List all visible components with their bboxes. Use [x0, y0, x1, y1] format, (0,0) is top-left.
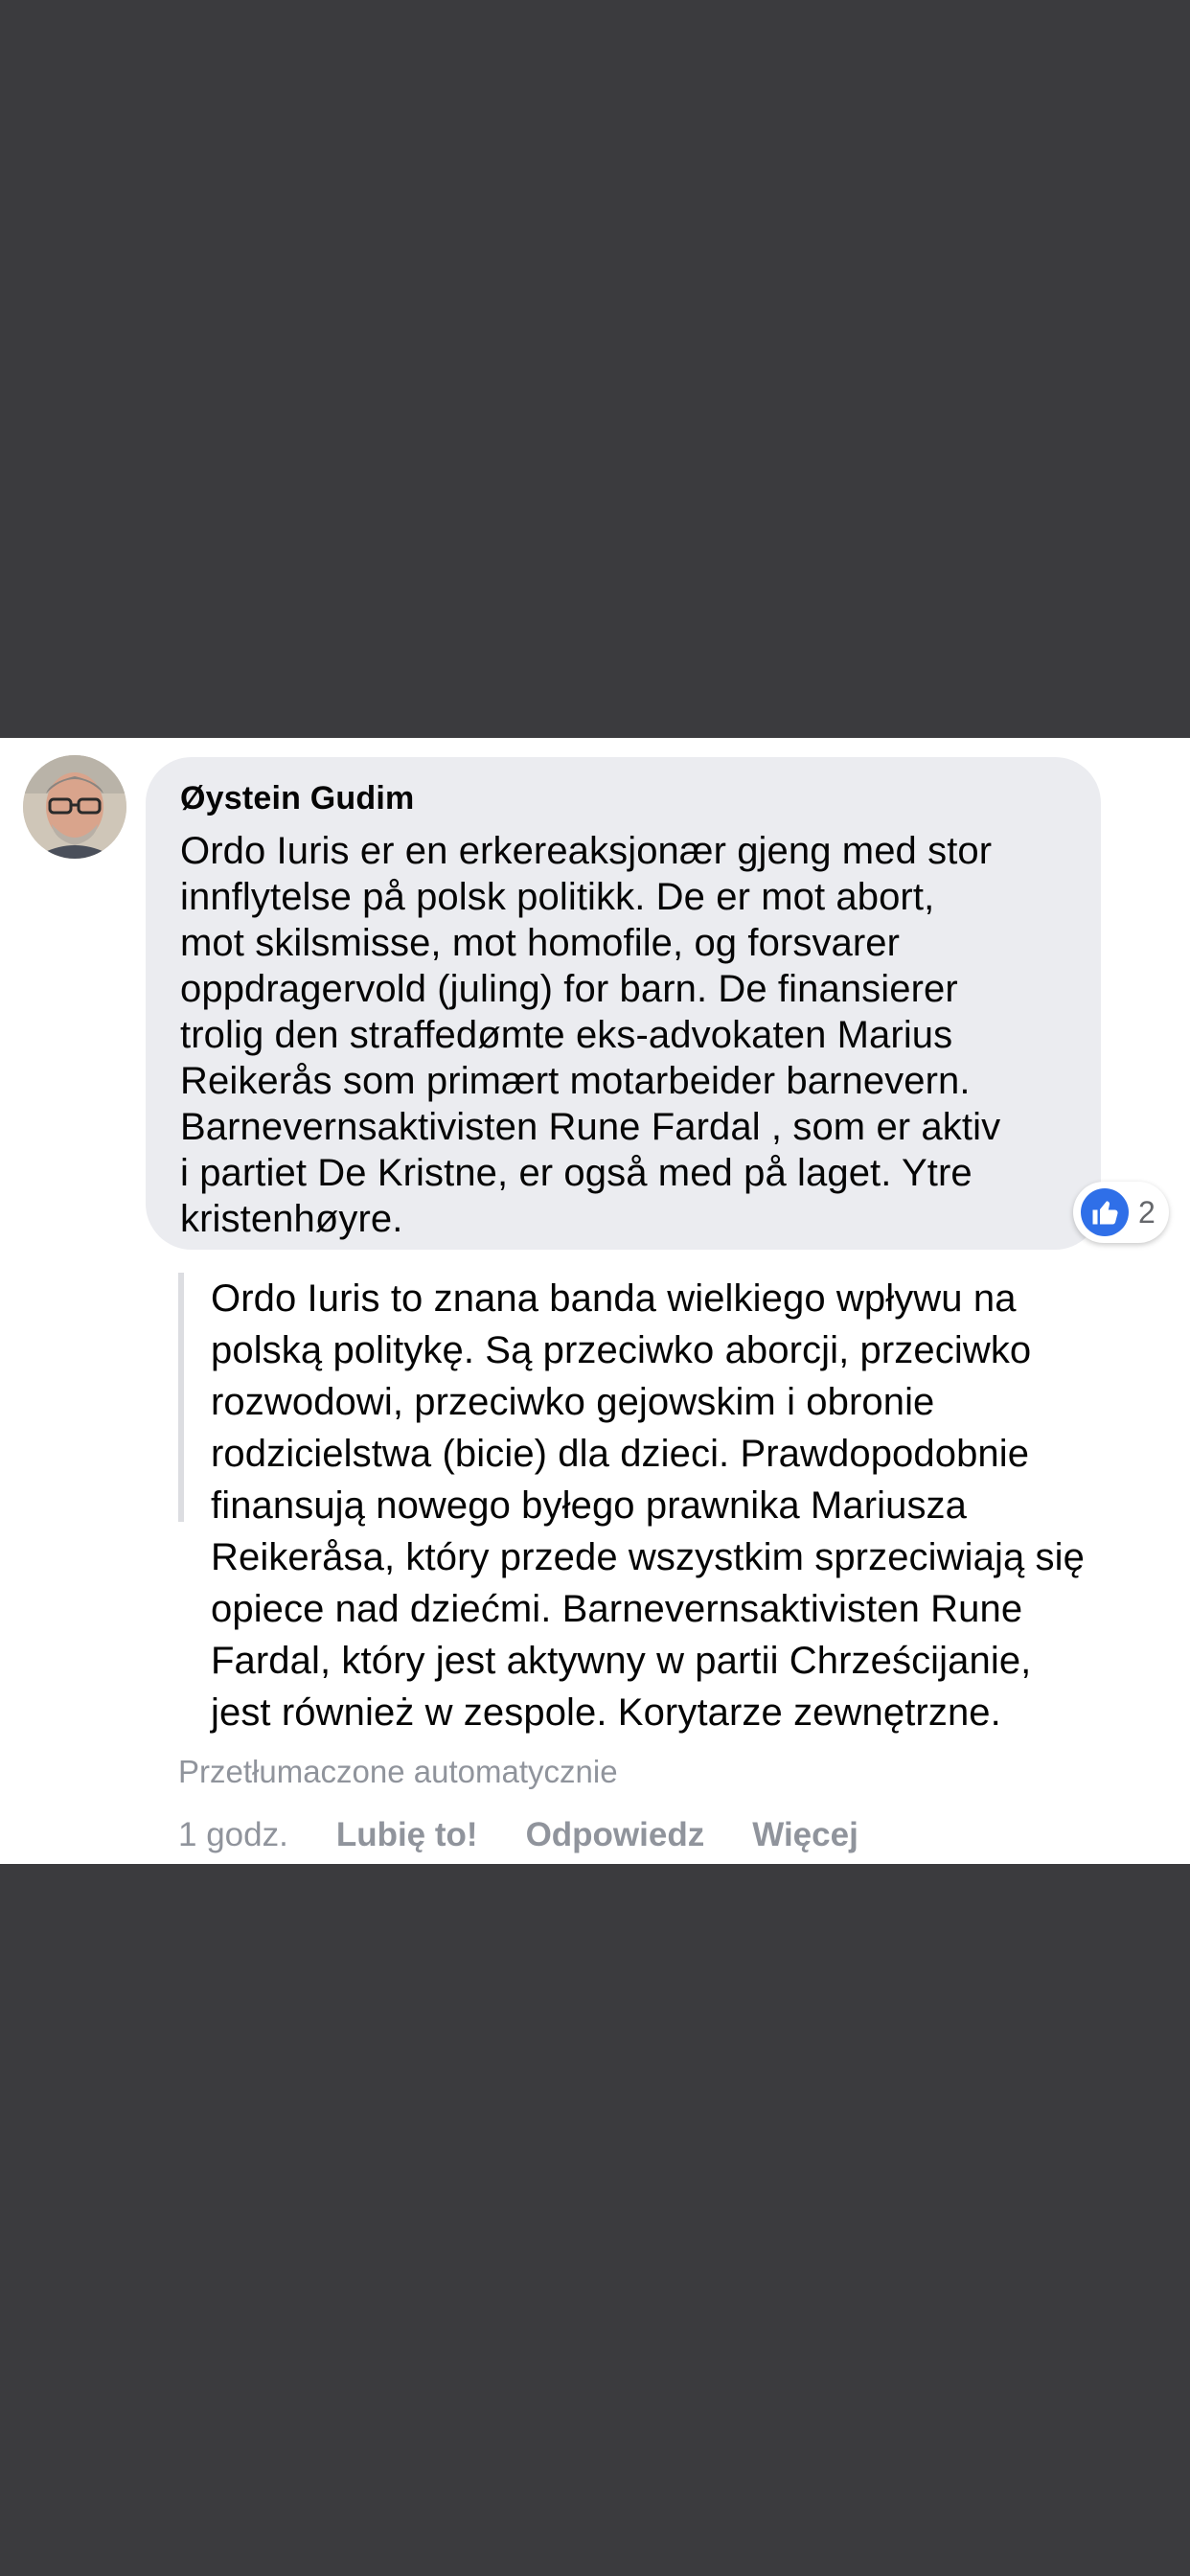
reaction-count: 2	[1138, 1194, 1156, 1230]
comment-author[interactable]: Øystein Gudim	[180, 778, 1066, 818]
dimmed-backdrop-top[interactable]	[0, 0, 1190, 738]
translation-line: jest również w zespole. Korytarze zewnęt…	[211, 1691, 1001, 1734]
comment-timestamp[interactable]: 1 godz.	[178, 1816, 288, 1854]
comment-text-line: i partiet De Kristne, er også med på lag…	[180, 1152, 973, 1194]
reaction-summary[interactable]: 2	[1073, 1182, 1169, 1243]
translation-line: opiece nad dziećmi. Barnevernsaktivisten…	[211, 1588, 1023, 1630]
translation-line: Reikeråsa, który przede wszystkim sprzec…	[211, 1536, 1085, 1578]
like-button[interactable]: Lubię to!	[336, 1816, 478, 1854]
dimmed-backdrop-bottom[interactable]	[0, 1864, 1190, 2576]
comment-card: Øystein Gudim Ordo Iuris er en erkereaks…	[0, 738, 1190, 1864]
comment-text-line: Ordo Iuris er en erkereaksjonær gjeng me…	[180, 830, 993, 872]
comment-text-line: trolig den straffedømte eks-advokaten Ma…	[180, 1014, 953, 1056]
comment-bubble[interactable]: Øystein Gudim Ordo Iuris er en erkereaks…	[146, 757, 1101, 1250]
author-avatar[interactable]	[23, 755, 126, 859]
comment-text-line: mot skilsmisse, mot homofile, og forsvar…	[180, 922, 901, 964]
translation-line: Fardal, który jest aktywny w partii Chrz…	[211, 1640, 1032, 1682]
translation-line: Ordo Iuris to znana banda wielkiego wpły…	[211, 1277, 1017, 1320]
reply-button[interactable]: Odpowiedz	[526, 1816, 705, 1854]
translation-line: finansują nowego byłego prawnika Mariusz…	[211, 1484, 968, 1527]
comment-text-line: oppdragervold (juling) for barn. De fina…	[180, 968, 958, 1010]
comment-text-line: innflytelse på polsk politikk. De er mot…	[180, 876, 935, 918]
translation-text: Ordo Iuris to znana banda wielkiego wpły…	[211, 1273, 1165, 1738]
comment-text-line: kristenhøyre.	[180, 1198, 403, 1240]
auto-translated-label[interactable]: Przetłumaczone automatycznie	[178, 1754, 618, 1790]
like-thumbs-up-icon	[1081, 1188, 1129, 1236]
avatar-photo	[23, 755, 126, 859]
comment-actions: 1 godz. Lubię to! Odpowiedz Więcej	[178, 1816, 858, 1854]
comment-text-line: Barnevernsaktivisten Rune Fardal , som e…	[180, 1106, 1001, 1148]
translation-line: polską politykę. Są przeciwko aborcji, p…	[211, 1329, 1032, 1371]
comment-text-line: Reikerås som primært motarbeider barneve…	[180, 1060, 971, 1102]
translated-text-block: Ordo Iuris to znana banda wielkiego wpły…	[178, 1273, 1165, 1734]
translation-line: rodzicielstwa (bicie) dla dzieci. Prawdo…	[211, 1433, 1030, 1475]
translation-line: rozwodowi, przeciwko gejowskim i obronie	[211, 1381, 935, 1423]
more-button[interactable]: Więcej	[752, 1816, 858, 1854]
comment-text: Ordo Iuris er en erkereaksjonær gjeng me…	[180, 828, 1066, 1242]
